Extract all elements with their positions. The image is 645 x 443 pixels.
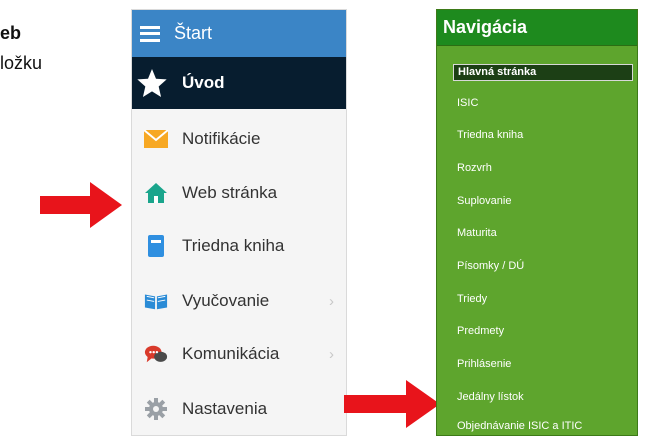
sidebar-item-label: Web stránka (182, 183, 278, 202)
home-icon (144, 182, 168, 204)
sidebar-item-label: Notifikácie (182, 129, 261, 148)
nav-link-rozvrh[interactable]: Rozvrh (457, 162, 492, 174)
sidebar-item-label: Vyučovanie (182, 291, 270, 310)
menu-header[interactable]: Štart (132, 10, 346, 57)
nav-link-prihlasenie[interactable]: Prihlásenie (457, 358, 511, 370)
sidebar-menu: Štart Úvod Notifikácie Web stránka Tried… (131, 9, 347, 436)
nav-link-suplovanie[interactable]: Suplovanie (457, 195, 511, 207)
nav-link-isic[interactable]: ISIC (457, 97, 478, 109)
page-text-fragment: eb ložku (0, 18, 42, 78)
gear-icon (144, 398, 168, 420)
sidebar-item-uvod[interactable]: Úvod (132, 57, 346, 109)
nav-link-jedalny-listok[interactable]: Jedálny lístok (457, 391, 524, 403)
sidebar-item-vyucovanie[interactable]: Vyučovanie › (132, 290, 346, 312)
red-arrow-icon (344, 380, 440, 428)
chat-icon (144, 343, 168, 365)
sidebar-item-nastavenia[interactable]: Nastavenia (132, 398, 346, 420)
open-book-icon (144, 290, 168, 312)
chevron-right-icon: › (329, 345, 334, 363)
chevron-right-icon: › (329, 292, 334, 310)
sidebar-item-label: Nastavenia (182, 399, 268, 418)
book-icon (144, 235, 168, 257)
envelope-icon (144, 128, 168, 150)
nav-link-objednavanie-isic-itic[interactable]: Objednávanie ISIC a ITIC (457, 420, 582, 432)
nav-link-hlavna-stranka[interactable]: Hlavná stránka (453, 64, 633, 81)
sidebar-item-web-stranka[interactable]: Web stránka (132, 182, 346, 204)
navigation-panel: Navigácia Hlavná stránka ISIC Triedna kn… (436, 9, 638, 436)
nav-link-pisomky[interactable]: Písomky / DÚ (457, 260, 524, 272)
hamburger-icon[interactable] (140, 25, 160, 42)
nav-link-predmety[interactable]: Predmety (457, 325, 504, 337)
sidebar-item-komunikacia[interactable]: Komunikácia › (132, 343, 346, 365)
star-icon (137, 69, 168, 97)
nav-link-maturita[interactable]: Maturita (457, 227, 497, 239)
red-arrow-icon (40, 182, 122, 228)
sidebar-item-notifikacie[interactable]: Notifikácie (132, 128, 346, 150)
nav-panel-title: Navigácia (437, 10, 637, 46)
sidebar-item-label: Triedna kniha (182, 236, 285, 255)
menu-header-label: Štart (174, 23, 213, 43)
sidebar-item-triedna-kniha[interactable]: Triedna kniha (132, 235, 346, 257)
text-line-2: ložku (0, 53, 43, 73)
sidebar-item-label: Komunikácia (182, 344, 280, 363)
sidebar-item-label: Úvod (182, 73, 225, 92)
nav-link-triedy[interactable]: Triedy (457, 293, 487, 305)
text-line-1: eb (0, 23, 22, 43)
nav-link-triedna-kniha[interactable]: Triedna kniha (457, 129, 523, 141)
